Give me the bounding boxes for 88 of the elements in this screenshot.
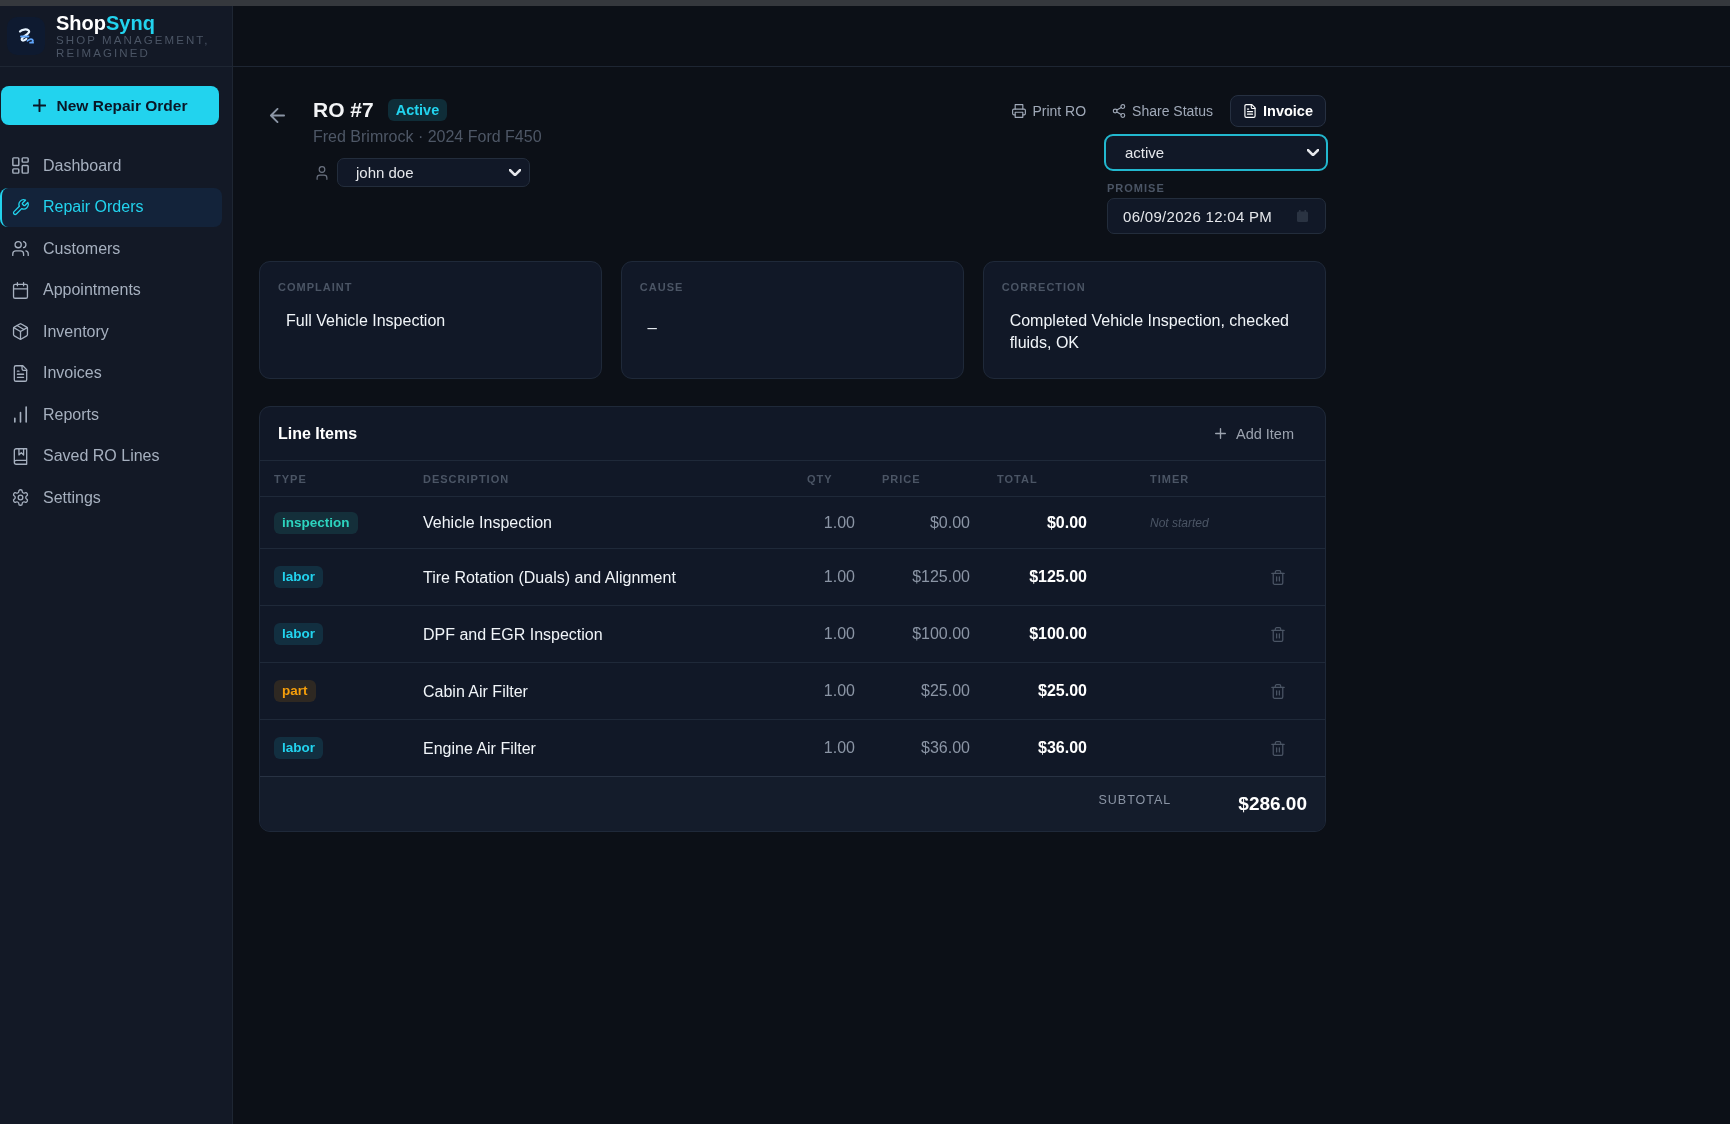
description-cell-text: Tire Rotation (Duals) and Alignment bbox=[423, 567, 676, 588]
book-icon bbox=[12, 447, 29, 465]
settings-icon bbox=[12, 489, 29, 506]
plus-icon bbox=[1214, 428, 1226, 439]
bar-chart-icon bbox=[12, 406, 29, 423]
total-cell: $36.00 bbox=[1038, 739, 1087, 757]
column-header: DESCRIPTION bbox=[423, 472, 510, 485]
card-text: Completed Vehicle Inspection, checked fluids, OK bbox=[1009, 311, 1290, 353]
sidebar-nav-item[interactable]: Settings bbox=[0, 478, 222, 517]
chevron-down-icon bbox=[1307, 149, 1319, 156]
column-header: QTY bbox=[807, 472, 833, 485]
qty-cell: 1.00 bbox=[823, 625, 855, 643]
column-header: PRICE bbox=[882, 472, 921, 485]
sidebar-nav-item[interactable]: Saved RO Lines bbox=[0, 436, 222, 476]
sidebar-nav-item[interactable]: Dashboard bbox=[0, 146, 222, 185]
technician-select[interactable]: john doe bbox=[337, 158, 530, 187]
total-cell: $125.00 bbox=[1029, 568, 1087, 586]
card-text: _ bbox=[647, 311, 657, 331]
column-header: TIMER bbox=[1150, 472, 1190, 485]
qty-cell: 1.00 bbox=[823, 568, 855, 586]
sidebar-nav-item[interactable]: Appointments bbox=[0, 270, 222, 310]
logo-icon bbox=[7, 17, 45, 55]
price-cell: $36.00 bbox=[921, 739, 970, 757]
column-header: TOTAL bbox=[997, 472, 1038, 485]
calendar-icon bbox=[12, 281, 29, 299]
app-name: ShopSynq bbox=[56, 13, 155, 34]
status-badge: Active bbox=[387, 99, 448, 121]
document-icon bbox=[1243, 104, 1258, 118]
status-select[interactable]: active bbox=[1104, 134, 1328, 171]
printer-icon bbox=[1012, 104, 1027, 118]
person-icon bbox=[316, 165, 328, 180]
add-item-button[interactable]: Add Item bbox=[1206, 419, 1302, 448]
back-arrow-icon bbox=[269, 107, 285, 123]
qty-cell: 1.00 bbox=[823, 682, 855, 700]
grid-icon bbox=[12, 157, 29, 174]
new-repair-order-button[interactable]: New Repair Order bbox=[1, 86, 219, 125]
description-cell-text: Vehicle Inspection bbox=[423, 513, 552, 533]
column-header: TYPE bbox=[274, 472, 307, 485]
price-cell: $125.00 bbox=[912, 568, 970, 586]
share-status-button[interactable]: Share Status bbox=[1103, 97, 1223, 125]
description-cell-text: Cabin Air Filter bbox=[423, 681, 528, 702]
print-button[interactable]: Print RO bbox=[1003, 97, 1096, 125]
price-cell: $25.00 bbox=[921, 682, 970, 700]
chevron-down-icon bbox=[509, 169, 521, 176]
promise-date-field[interactable]: 06/09/2026 12:04 PM bbox=[1107, 198, 1326, 234]
qty-cell: 1.00 bbox=[823, 739, 855, 757]
subtotal-label: SUBTOTAL bbox=[1098, 793, 1172, 807]
total-cell: $25.00 bbox=[1038, 682, 1087, 700]
plus-icon bbox=[32, 99, 46, 112]
share-icon bbox=[1112, 104, 1127, 118]
trash-icon bbox=[1271, 626, 1285, 642]
total-cell: $0.00 bbox=[1046, 513, 1087, 532]
wrench-icon bbox=[12, 198, 29, 216]
trash-icon bbox=[1271, 740, 1285, 756]
users-icon bbox=[12, 240, 29, 257]
calendar-icon bbox=[1297, 210, 1308, 222]
price-cell: $0.00 bbox=[929, 513, 970, 532]
trash-icon bbox=[1271, 683, 1285, 699]
promise-label: PROMISE bbox=[1107, 182, 1165, 194]
sidebar-nav-item[interactable]: Repair Orders bbox=[0, 187, 222, 227]
invoice-button[interactable]: Invoice bbox=[1230, 95, 1326, 127]
card-label: CORRECTION bbox=[1001, 281, 1086, 293]
type-tag: labor bbox=[274, 566, 323, 588]
subtotal-value: $286.00 bbox=[1238, 793, 1307, 815]
card-label: CAUSE bbox=[639, 281, 684, 293]
price-cell: $100.00 bbox=[912, 625, 970, 643]
type-tag: inspection bbox=[274, 511, 358, 534]
type-tag: labor bbox=[274, 737, 323, 759]
box-icon bbox=[12, 323, 29, 340]
document-icon bbox=[12, 364, 29, 382]
qty-cell: 1.00 bbox=[823, 513, 855, 532]
app-tagline: SHOP MANAGEMENT, REIMAGINED bbox=[56, 34, 211, 59]
customer-vehicle-text: Fred Brimrock · 2024 Ford F450 bbox=[313, 127, 542, 147]
type-tag: part bbox=[274, 680, 316, 702]
type-tag: labor bbox=[274, 623, 323, 645]
total-cell: $100.00 bbox=[1029, 625, 1087, 643]
description-cell-text: Engine Air Filter bbox=[423, 738, 536, 759]
timer-status: Not started bbox=[1150, 515, 1209, 530]
description-cell-text: DPF and EGR Inspection bbox=[423, 624, 603, 645]
repair-order-title: RO #7 bbox=[313, 98, 374, 122]
sidebar-nav-item[interactable]: Customers bbox=[0, 229, 222, 268]
sidebar-nav-item[interactable]: Invoices bbox=[0, 353, 222, 393]
panel-title: Line Items bbox=[278, 424, 358, 443]
trash-icon bbox=[1271, 569, 1285, 585]
card-text: Full Vehicle Inspection bbox=[286, 311, 446, 331]
sidebar-nav-item[interactable]: Reports bbox=[0, 395, 222, 434]
card-label: COMPLAINT bbox=[278, 281, 353, 293]
sidebar-nav-item[interactable]: Inventory bbox=[0, 312, 222, 351]
